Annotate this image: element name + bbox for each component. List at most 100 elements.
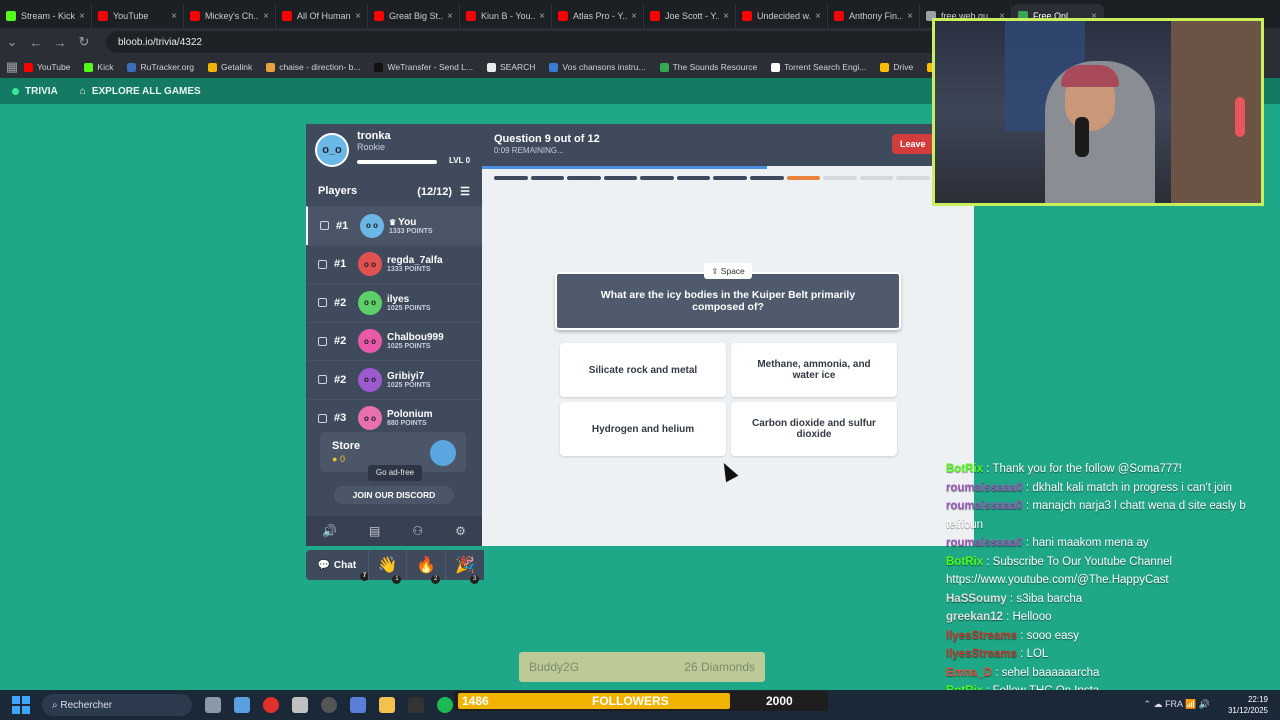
chat-username[interactable]: IlyesStreams	[946, 648, 1017, 660]
bookmark-item[interactable]: RuTracker.org	[127, 62, 194, 72]
bookmark-item[interactable]: The Sounds Resource	[659, 62, 757, 72]
url-field[interactable]: bloob.io/trivia/4322	[106, 31, 946, 53]
bookmark-item[interactable]: Torrent Search Engi...	[771, 62, 866, 72]
chat-username[interactable]: Emna_D	[946, 667, 992, 679]
reload-icon[interactable]: ↻	[72, 34, 96, 50]
browser-tab[interactable]: Kiun B - You... ×	[460, 4, 552, 28]
answer-button-4[interactable]: Carbon dioxide and sulfur dioxide	[731, 402, 897, 456]
app-icon[interactable]	[292, 697, 308, 713]
bookmark-item[interactable]: YouTube	[24, 62, 70, 72]
chat-username[interactable]: BotRix	[946, 463, 983, 475]
bookmark-item[interactable]: WeTransfer - Send L...	[374, 62, 473, 72]
bookmark-item[interactable]: Kick	[84, 62, 113, 72]
answer-button-3[interactable]: Hydrogen and helium	[560, 402, 726, 456]
close-icon[interactable]: ×	[907, 11, 913, 22]
close-icon[interactable]: ×	[355, 11, 361, 22]
chat-username[interactable]: greekan12	[946, 611, 1003, 623]
people-icon[interactable]: ⚇	[412, 524, 423, 538]
answer-button-2[interactable]: Methane, ammonia, and water ice	[731, 343, 897, 397]
left-sidebar: o_o tronka Rookie LVL 0 Players (12/12) …	[306, 124, 482, 546]
trivia-link[interactable]: TRIVIA	[12, 86, 58, 97]
bookmark-item[interactable]: Getalink	[208, 62, 252, 72]
progress-segment	[859, 176, 894, 180]
task-view-icon[interactable]	[205, 697, 221, 713]
opera-icon[interactable]	[263, 697, 279, 713]
close-icon[interactable]: ×	[631, 11, 637, 22]
weather-icon[interactable]	[234, 697, 250, 713]
windows-start-icon[interactable]	[12, 696, 30, 714]
system-tray[interactable]: ⌃ ☁ FRA 📶 🔊	[1144, 699, 1210, 710]
taskbar-search[interactable]: ⌕ Rechercher	[42, 694, 192, 716]
bookmark-item[interactable]: chaise - direction- b...	[266, 62, 360, 72]
answer-button-1[interactable]: Silicate rock and metal	[560, 343, 726, 397]
bookmark-item[interactable]: Drive	[880, 62, 913, 72]
tab-label: Mickey's Ch...	[205, 11, 260, 21]
reaction-button[interactable]: 🎉 3	[445, 550, 484, 584]
book-icon[interactable]: ▤	[369, 524, 380, 538]
clock[interactable]: 22:19 31/12/2025	[1228, 694, 1268, 716]
browser-tab[interactable]: Undecided w... ×	[736, 4, 828, 28]
player-row[interactable]: #1 o o regda_7alfa 1333 POINTS	[306, 244, 482, 284]
avatar[interactable]: o_o	[315, 133, 349, 167]
browser-tab[interactable]: YouTube ×	[92, 4, 184, 28]
chat-username[interactable]: roumaissaaa0	[946, 537, 1023, 549]
tab-label: Great Big St...	[389, 11, 444, 21]
player-checkbox[interactable]	[318, 259, 327, 269]
close-icon[interactable]: ×	[539, 11, 545, 22]
player-row[interactable]: #2 o o Gribiyi7 1025 POINTS	[306, 360, 482, 399]
chat-button[interactable]: 💬 Chat 7	[306, 550, 369, 581]
forward-icon[interactable]: →	[48, 35, 72, 50]
close-icon[interactable]: ×	[79, 11, 85, 22]
chat-username[interactable]: roumaissaaa0	[946, 500, 1023, 512]
player-row[interactable]: #2 o o ilyes 1025 POINTS	[306, 283, 482, 322]
browser-tab[interactable]: Anthony Fin... ×	[828, 4, 920, 28]
photos-icon[interactable]	[350, 697, 366, 713]
browser-tab[interactable]: Atlas Pro - Y... ×	[552, 4, 644, 28]
player-row[interactable]: #1 o o ♛ You 1333 POINTS	[306, 206, 482, 245]
file-explorer-icon[interactable]	[379, 697, 395, 713]
spotify-icon[interactable]	[437, 697, 453, 713]
player-checkbox[interactable]	[318, 298, 327, 308]
go-ad-free-button[interactable]: Go ad-free	[368, 465, 422, 481]
explore-games-link[interactable]: ⌂ EXPLORE ALL GAMES	[80, 86, 201, 97]
browser-tab[interactable]: All Of Human... ×	[276, 4, 368, 28]
reaction-button[interactable]: 🔥 2	[406, 550, 446, 584]
player-checkbox[interactable]	[320, 221, 329, 231]
bookmark-item[interactable]: SEARCH	[486, 62, 535, 72]
back-icon[interactable]: ←	[24, 35, 48, 50]
reaction-button[interactable]: 👋 1	[367, 550, 407, 584]
player-checkbox[interactable]	[318, 375, 327, 385]
browser-tab[interactable]: Stream - Kick ×	[0, 4, 92, 28]
obs-icon[interactable]	[321, 697, 337, 713]
close-icon[interactable]: ×	[447, 11, 453, 22]
filter-icon[interactable]: ☰	[460, 186, 470, 198]
browser-tab[interactable]: Joe Scott - Y... ×	[644, 4, 736, 28]
tab-list-icon[interactable]: ⌄	[0, 34, 24, 50]
player-name-text: ilyes	[387, 293, 410, 305]
player-row[interactable]: #2 o o Chalbou999 1025 POINTS	[306, 321, 482, 361]
close-icon[interactable]: ×	[263, 11, 269, 22]
chat-username[interactable]: IlyesStreams	[946, 630, 1017, 642]
chat-message: IlyesStreams : LOL	[946, 648, 1049, 660]
player-points: 1025 POINTS	[387, 343, 431, 351]
join-discord-button[interactable]: JOIN OUR DISCORD	[334, 486, 454, 504]
chat-username[interactable]: BotRix	[946, 556, 983, 568]
gear-icon[interactable]: ⚙	[455, 524, 466, 538]
player-points: 1333 POINTS	[389, 227, 433, 235]
chat-username[interactable]: HaSSoumy	[946, 593, 1007, 605]
live-app-icon[interactable]	[408, 697, 424, 713]
browser-tab[interactable]: Great Big St... ×	[368, 4, 460, 28]
category-label: ⇪ Space	[704, 263, 752, 279]
apps-icon[interactable]: ▦	[0, 59, 24, 75]
close-icon[interactable]: ×	[815, 11, 821, 22]
close-icon[interactable]: ×	[171, 11, 177, 22]
chat-username[interactable]: roumaissaaa0	[946, 482, 1023, 494]
browser-tab[interactable]: Mickey's Ch... ×	[184, 4, 276, 28]
player-info: Gribiyi7 1025 POINTS	[387, 371, 431, 389]
close-icon[interactable]: ×	[723, 11, 729, 22]
bookmark-item[interactable]: Vos chansons instru...	[549, 62, 646, 72]
player-name: ilyes	[387, 294, 431, 305]
player-checkbox[interactable]	[318, 413, 327, 423]
volume-icon[interactable]: 🔊	[322, 524, 337, 538]
player-checkbox[interactable]	[318, 336, 327, 346]
